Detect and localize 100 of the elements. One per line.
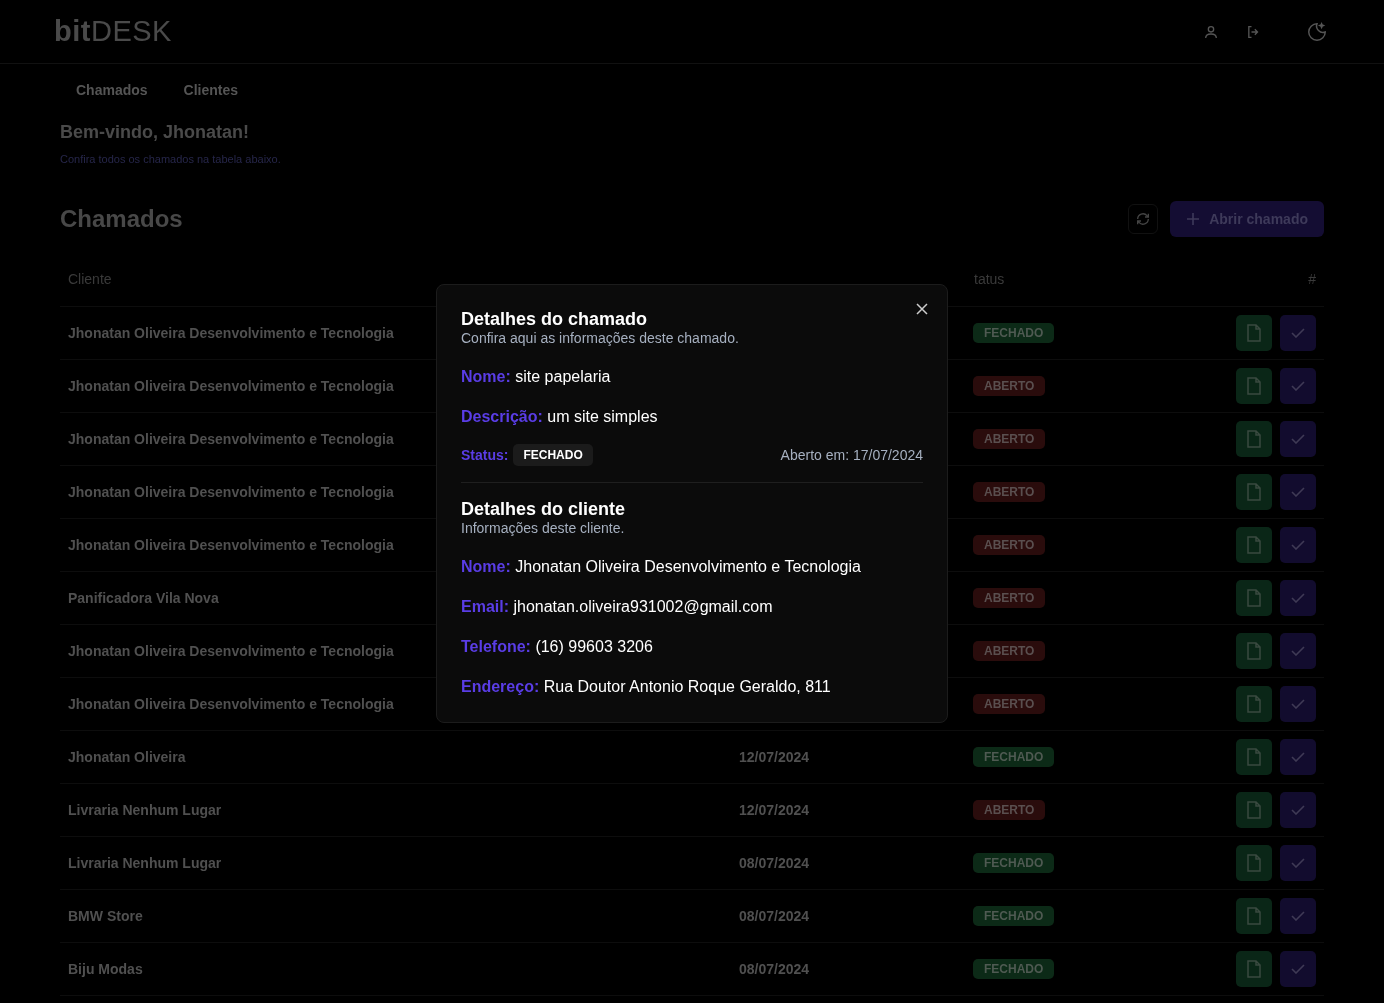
column-header: tatus [974, 271, 1005, 287]
welcome-title: Bem-vindo, Jhonatan! [60, 122, 250, 143]
field-value: Rua Doutor Antonio Roque Geraldo, 811 [543, 678, 831, 695]
client-name: Jhonatan Oliveira Desenvolvimento e Tecnologia [68, 696, 394, 712]
client-name: BMW Store [68, 908, 143, 924]
welcome-subtitle: Confira todos os chamados na tabela abaixo. [60, 153, 282, 165]
document-button[interactable] [1236, 368, 1272, 404]
field-label: Nome: [461, 368, 511, 385]
client-name: Jhonatan Oliveira Desenvolvimento e Tecnologia [68, 537, 394, 553]
field-label: Nome: [461, 558, 511, 575]
document-icon [1246, 589, 1262, 607]
field-value: um site simples [547, 408, 658, 425]
check-icon [1291, 434, 1305, 444]
refresh-button[interactable] [1128, 204, 1159, 234]
check-icon [1291, 328, 1305, 338]
client-name: Jhonatan Oliveira Desenvolvimento e Tecnologia [68, 484, 394, 500]
status-badge: ABERTO [973, 535, 1046, 555]
check-button[interactable] [1280, 898, 1316, 934]
field-value: (16) 99603 3206 [535, 638, 653, 655]
document-icon [1246, 748, 1262, 766]
field-label: Descrição: [461, 408, 543, 425]
check-button[interactable] [1280, 474, 1316, 510]
document-icon [1246, 642, 1262, 660]
status-badge: FECHADO [513, 444, 593, 466]
document-button[interactable] [1236, 845, 1272, 881]
field-label: Endereço: [461, 678, 540, 695]
field-label: Telefone: [461, 638, 531, 655]
user-icon[interactable] [1203, 23, 1219, 40]
check-icon [1291, 699, 1305, 709]
check-button[interactable] [1280, 739, 1316, 775]
client-name: Jhonatan Oliveira Desenvolvimento e Tecnologia [68, 643, 394, 659]
document-button[interactable] [1236, 421, 1272, 457]
date-text: 12/07/2024 [739, 802, 810, 818]
plus-icon [1186, 212, 1201, 226]
status-badge: FECHADO [973, 906, 1055, 926]
check-button[interactable] [1280, 686, 1316, 722]
check-icon [1291, 487, 1305, 497]
field-value: site papelaria [515, 368, 611, 385]
client-name: Biju Modas [68, 961, 143, 977]
document-button[interactable] [1236, 739, 1272, 775]
check-button[interactable] [1280, 368, 1316, 404]
refresh-icon [1135, 211, 1152, 227]
client-name: Jhonatan Oliveira Desenvolvimento e Tecnologia [68, 325, 394, 341]
document-button[interactable] [1236, 474, 1272, 510]
field-value: jhonatan.oliveira931002@gmail.com [513, 598, 773, 615]
check-button[interactable] [1280, 315, 1316, 351]
check-icon [1291, 805, 1305, 815]
check-icon [1291, 593, 1305, 603]
close-icon [915, 302, 929, 316]
check-icon [1291, 911, 1305, 921]
section-title: Detalhes do cliente [461, 499, 627, 519]
document-button[interactable] [1236, 686, 1272, 722]
document-button[interactable] [1236, 951, 1272, 987]
check-button[interactable] [1280, 421, 1316, 457]
document-icon [1246, 536, 1262, 554]
document-button[interactable] [1236, 527, 1272, 563]
client-name: Panificadora Vila Nova [68, 590, 219, 606]
check-icon [1291, 646, 1305, 656]
check-button[interactable] [1280, 845, 1316, 881]
close-button[interactable] [915, 302, 929, 316]
document-icon [1246, 430, 1262, 448]
status-badge: FECHADO [973, 323, 1055, 343]
check-button[interactable] [1280, 951, 1316, 987]
status-badge: ABERTO [973, 429, 1046, 449]
document-icon [1246, 324, 1262, 342]
client-name: Jhonatan Oliveira [68, 749, 186, 765]
section-title: Chamados [60, 205, 184, 233]
opened-date: Aberto em: 17/07/2024 [780, 447, 923, 463]
modal-subtitle: Confira aqui as informações deste chamado. [461, 330, 740, 346]
date-text: 12/07/2024 [739, 749, 810, 765]
check-icon [1291, 964, 1305, 974]
check-button[interactable] [1280, 580, 1316, 616]
nav-link[interactable]: Clientes [183, 82, 239, 98]
moon-icon[interactable] [1306, 20, 1328, 43]
client-name: Jhonatan Oliveira Desenvolvimento e Tecnologia [68, 378, 394, 394]
check-icon [1291, 381, 1305, 391]
field-label: Email: [461, 598, 509, 615]
document-icon [1246, 695, 1262, 713]
modal-title: Detalhes do chamado [461, 309, 649, 329]
document-icon [1246, 854, 1262, 872]
check-button[interactable] [1280, 633, 1316, 669]
check-icon [1291, 540, 1305, 550]
document-button[interactable] [1236, 898, 1272, 934]
check-button[interactable] [1280, 527, 1316, 563]
logo: bitDESK [54, 15, 172, 48]
status-badge: FECHADO [973, 959, 1055, 979]
nav-link[interactable]: Chamados [76, 82, 148, 98]
check-button[interactable] [1280, 792, 1316, 828]
document-button[interactable] [1236, 315, 1272, 351]
document-icon [1246, 801, 1262, 819]
status-badge: ABERTO [973, 482, 1046, 502]
check-icon [1291, 858, 1305, 868]
date-text: 08/07/2024 [739, 855, 810, 871]
document-button[interactable] [1236, 580, 1272, 616]
date-text: 08/07/2024 [739, 908, 810, 924]
status-badge: ABERTO [973, 641, 1046, 661]
document-button[interactable] [1236, 633, 1272, 669]
client-name: Livraria Nenhum Lugar [68, 855, 222, 871]
client-name: Jhonatan Oliveira Desenvolvimento e Tecnologia [68, 431, 394, 447]
document-button[interactable] [1236, 792, 1272, 828]
